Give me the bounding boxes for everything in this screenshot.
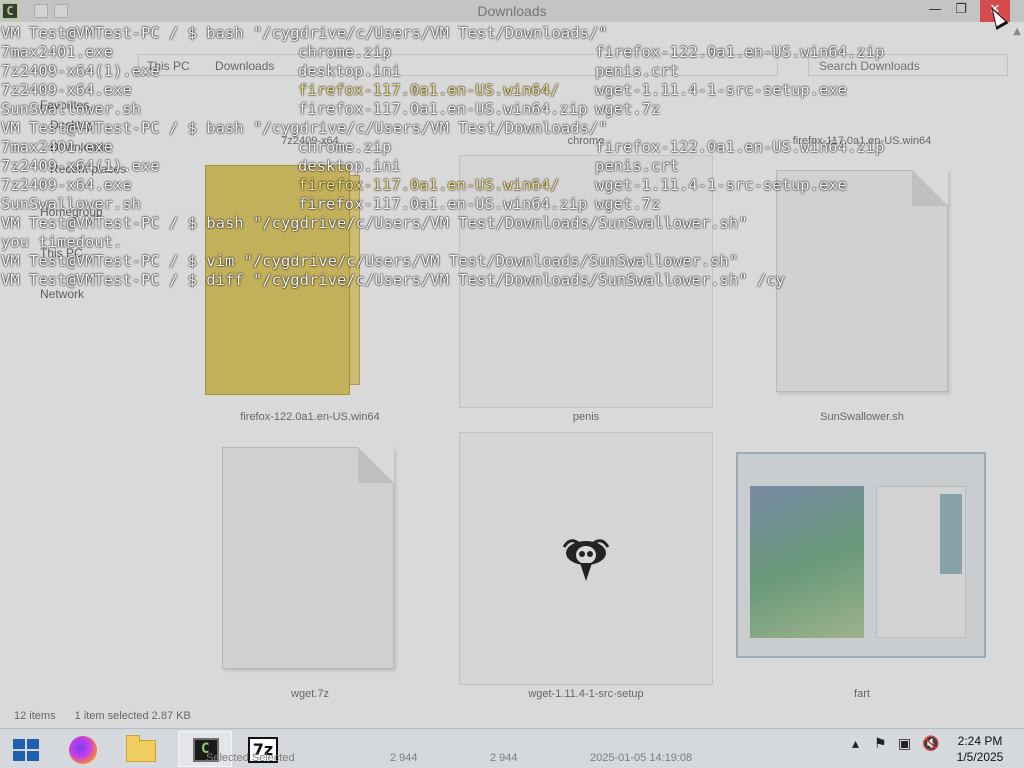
clock-time: 2:24 PM bbox=[957, 734, 1003, 748]
file-listing-entry: desktop.ini bbox=[298, 62, 401, 80]
terminal-command-line: VM Test@VMTest-PC / $ diff "/cygdrive/c/… bbox=[0, 271, 1008, 290]
ghost-text: 2 944 bbox=[490, 752, 518, 764]
terminal-output-line: SunSwallower.sh firefox-117.0a1.en-US.win… bbox=[0, 100, 1008, 119]
file-listing-entry: firefox-117.0a1.en-US.win64.zip bbox=[298, 195, 588, 213]
taskbar-firefox[interactable] bbox=[56, 731, 110, 767]
file-listing-entry: 7z2409-x64.exe bbox=[1, 81, 132, 99]
file-listing-entry: chrome.zip bbox=[298, 138, 392, 156]
file-listing-entry: chrome.zip bbox=[298, 43, 392, 61]
file-listing-entry: 7z2409-x64(1).exe bbox=[1, 62, 160, 80]
minimize-button[interactable]: — bbox=[922, 0, 948, 22]
file-explorer-icon bbox=[126, 735, 156, 762]
speaker-muted-icon[interactable]: 🔇 bbox=[922, 736, 939, 752]
firefox-icon bbox=[69, 736, 97, 764]
terminal-output-line: 7z2409-x64(1).exe desktop.ini penis.crt bbox=[0, 62, 1008, 81]
command-text: VM Test@VMTest-PC / $ bash "/cygdrive/c/… bbox=[1, 119, 608, 137]
file-listing-entry: firefox-117.0a1.en-US.win64/ bbox=[298, 81, 560, 99]
terminal-command-line: VM Test@VMTest-PC / $ bash "/cygdrive/c/… bbox=[0, 24, 1008, 43]
terminal-command-line: VM Test@VMTest-PC / $ vim "/cygdrive/c/U… bbox=[0, 252, 1008, 271]
system-clock[interactable]: 2:24 PM 1/5/2025 bbox=[950, 733, 1010, 765]
terminal-command-line: VM Test@VMTest-PC / $ bash "/cygdrive/c/… bbox=[0, 119, 1008, 138]
file-listing-entry: SunSwallower.sh bbox=[1, 100, 141, 118]
file-listing-entry: firefox-122.0a1.en-US.win64.zip bbox=[595, 138, 885, 156]
terminal-window[interactable]: C — ❐ ✕ VM Test@VMTest-PC / $ bash "/cyg… bbox=[0, 0, 1024, 728]
command-text: VM Test@VMTest-PC / $ bash "/cygdrive/c/… bbox=[1, 214, 748, 232]
file-listing-entry: 7z2409-x64(1).exe bbox=[1, 157, 160, 175]
file-listing-entry: penis.crt bbox=[595, 62, 679, 80]
command-text: VM Test@VMTest-PC / $ vim "/cygdrive/c/U… bbox=[1, 252, 739, 270]
terminal-command-line: VM Test@VMTest-PC / $ bash "/cygdrive/c/… bbox=[0, 214, 1008, 233]
scroll-up-icon[interactable]: ▲ bbox=[1013, 26, 1021, 37]
file-listing-entry: wget-1.11.4-1-src-setup.exe bbox=[595, 81, 847, 99]
file-listing-entry: penis.crt bbox=[595, 157, 679, 175]
restore-button[interactable]: ❐ bbox=[948, 0, 974, 22]
file-listing-entry: wget.7z bbox=[595, 195, 661, 213]
file-listing-entry: 7z2409-x64.exe bbox=[1, 176, 132, 194]
file-listing-entry: firefox-117.0a1.en-US.win64.zip bbox=[298, 100, 588, 118]
network-icon[interactable]: ▣ bbox=[898, 736, 911, 752]
start-button[interactable] bbox=[4, 731, 48, 767]
terminal-output-line: 7z2409-x64.exe firefox-117.0a1.en-US.win6… bbox=[0, 176, 1008, 195]
chevron-up-icon[interactable]: ▴ bbox=[852, 736, 859, 752]
terminal-output-line: 7z2409-x64(1).exe desktop.ini penis.crt bbox=[0, 157, 1008, 176]
command-text: VM Test@VMTest-PC / $ bash "/cygdrive/c/… bbox=[1, 24, 608, 42]
terminal-output-line: 7max2401.exe chrome.zip firefox-122.0a1.en… bbox=[0, 43, 1008, 62]
terminal-output[interactable]: VM Test@VMTest-PC / $ bash "/cygdrive/c/… bbox=[0, 24, 1008, 290]
clock-date: 1/5/2025 bbox=[956, 750, 1004, 764]
file-listing-entry: 7max2401.exe bbox=[1, 138, 113, 156]
file-listing-entry: wget.7z bbox=[595, 100, 661, 118]
command-text: VM Test@VMTest-PC / $ diff "/cygdrive/c/… bbox=[1, 271, 785, 289]
ghost-text: 2025-01-05 14:19:08 bbox=[590, 752, 693, 764]
terminal-titlebar[interactable]: C — ❐ ✕ bbox=[0, 0, 1024, 22]
ghost-text: 2 944 bbox=[390, 752, 418, 764]
cygwin-icon[interactable]: C bbox=[2, 3, 18, 19]
windows-logo-icon bbox=[13, 739, 39, 761]
file-listing-entry: desktop.ini bbox=[298, 157, 401, 175]
taskbar-file-explorer[interactable] bbox=[114, 731, 168, 767]
flag-icon[interactable]: ⚑ bbox=[874, 736, 887, 752]
terminal-scrollbar[interactable] bbox=[1008, 22, 1024, 728]
file-listing-entry: firefox-117.0a1.en-US.win64/ bbox=[298, 176, 560, 194]
output-text: you timedout. bbox=[1, 233, 123, 251]
terminal-output-line: 7z2409-x64.exe firefox-117.0a1.en-US.win6… bbox=[0, 81, 1008, 100]
file-listing-entry: wget-1.11.4-1-src-setup.exe bbox=[595, 176, 847, 194]
file-listing-entry: firefox-122.0a1.en-US.win64.zip bbox=[595, 43, 885, 61]
ghost-text: Selected Selected bbox=[206, 752, 295, 764]
terminal-output-line: you timedout. bbox=[0, 233, 1008, 252]
terminal-output-line: 7max2401.exe chrome.zip firefox-122.0a1.en… bbox=[0, 138, 1008, 157]
file-listing-entry: 7max2401.exe bbox=[1, 43, 113, 61]
file-listing-entry: SunSwallower.sh bbox=[1, 195, 141, 213]
terminal-output-line: SunSwallower.sh firefox-117.0a1.en-US.win… bbox=[0, 195, 1008, 214]
